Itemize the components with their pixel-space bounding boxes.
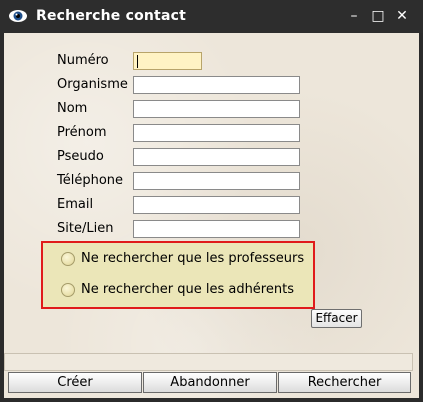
- organisme-field[interactable]: [133, 76, 300, 94]
- site-lien-field[interactable]: [133, 220, 300, 238]
- label-email: Email: [57, 197, 94, 212]
- radio-label-professeurs: Ne rechercher que les professeurs: [81, 251, 305, 266]
- window-title: Recherche contact: [36, 8, 186, 24]
- label-prenom: Prénom: [57, 125, 107, 140]
- label-telephone: Téléphone: [57, 173, 124, 188]
- radio-label-adherents: Ne rechercher que les adhérents: [81, 282, 294, 297]
- label-nom: Nom: [57, 101, 88, 116]
- create-button[interactable]: Créer: [8, 372, 142, 393]
- status-bar: [4, 353, 413, 371]
- radio-option-professeurs[interactable]: Ne rechercher que les professeurs: [61, 251, 304, 266]
- minimize-button[interactable]: –: [344, 6, 364, 26]
- label-numero: Numéro: [57, 53, 109, 68]
- email-field[interactable]: [133, 196, 300, 214]
- label-organisme: Organisme: [57, 77, 128, 92]
- eye-icon: [8, 7, 28, 25]
- cancel-button[interactable]: Abandonner: [143, 372, 277, 393]
- title-bar: Recherche contact – □ ✕: [0, 0, 423, 33]
- maximize-button[interactable]: □: [368, 6, 388, 26]
- label-pseudo: Pseudo: [57, 149, 104, 164]
- radio-button-professeurs[interactable]: [61, 251, 75, 266]
- telephone-field[interactable]: [133, 172, 300, 190]
- nom-field[interactable]: [133, 100, 300, 118]
- label-site-lien: Site/Lien: [57, 221, 114, 236]
- filter-options-group: Ne rechercher que les professeurs Ne rec…: [41, 241, 315, 309]
- clear-button[interactable]: Effacer: [311, 309, 362, 328]
- search-button[interactable]: Rechercher: [278, 372, 411, 393]
- numero-field[interactable]: [133, 52, 202, 70]
- text-caret: [137, 55, 138, 68]
- radio-button-adherents[interactable]: [61, 282, 75, 297]
- radio-option-adherents[interactable]: Ne rechercher que les adhérents: [61, 282, 294, 297]
- pseudo-field[interactable]: [133, 148, 300, 166]
- search-contact-window: Recherche contact – □ ✕ Numéro Organisme…: [0, 0, 423, 402]
- close-button[interactable]: ✕: [392, 6, 412, 26]
- prenom-field[interactable]: [133, 124, 300, 142]
- dialog-content: Numéro Organisme Nom Prénom Pseudo Télép…: [4, 33, 419, 398]
